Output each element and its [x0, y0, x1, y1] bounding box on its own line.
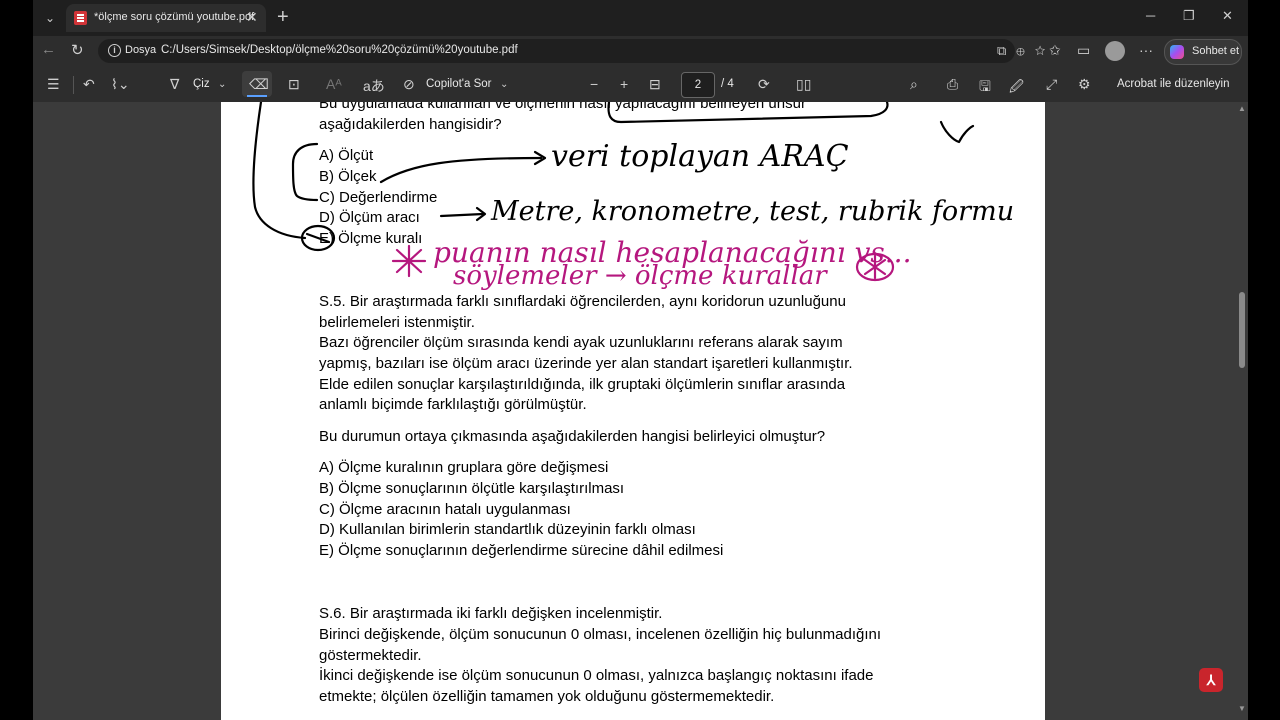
scroll-thumb[interactable]	[1239, 292, 1245, 368]
toolbar-divider	[73, 76, 74, 94]
address-bar-row: ← ↻ i Dosya C:/Users/Simsek/Desktop/ölçm…	[33, 36, 1248, 68]
edit-in-acrobat-button[interactable]: Acrobat ile düzenleyin	[1117, 78, 1230, 90]
q5-option: A) Ölçme kuralının gruplara göre değişme…	[319, 459, 609, 476]
copilot-ask-chevron-icon[interactable]: ⌄	[500, 79, 508, 90]
q6-text-line: göstermektedir.	[319, 647, 422, 664]
q5-text-line: anlamlı biçimde farklılaştığı görülmüştü…	[319, 396, 587, 413]
q6-text-line: S.6. Bir araştırmada iki farklı değişken…	[319, 605, 663, 622]
settings-gear-icon[interactable]: ⚙	[1078, 76, 1091, 93]
arrow-to-tool-note	[379, 156, 543, 184]
copilot-chat-label: Sohbet et	[1192, 45, 1240, 57]
browser-window: ⌄ *ölçme soru çözümü youtube.pdf ✕ + ─ ❐…	[33, 0, 1248, 720]
address-action-icons[interactable]: ⧉⊕☆	[997, 43, 1055, 59]
note-tool: veri toplayan ARAÇ	[551, 139, 849, 174]
profile-avatar[interactable]	[1105, 41, 1125, 61]
pdf-file-icon	[74, 11, 87, 25]
q4-option: B) Ölçek	[319, 168, 377, 185]
left-bracket-stroke	[252, 102, 307, 240]
tab-active-pdf[interactable]: *ölçme soru çözümü youtube.pdf ✕	[66, 4, 266, 32]
note-scoring-line2: söylemeler → ölçme kurallar	[453, 261, 828, 291]
address-url[interactable]: C:/Users/Simsek/Desktop/ölçme%20soru%20ç…	[161, 44, 518, 56]
q6-text-line: İkinci değişkende ise ölçüm sonucunun 0 …	[319, 667, 874, 684]
rotate-icon[interactable]: ⟳	[758, 76, 770, 93]
q5-text-line: Elde edilen sonuçlar karşılaştırıldığınd…	[319, 376, 846, 393]
fit-page-icon[interactable]: ⊟	[649, 76, 661, 93]
undo-icon[interactable]: ↶	[83, 76, 95, 93]
magenta-ink-strokes	[391, 244, 895, 282]
draw-label[interactable]: Çiz	[193, 78, 210, 90]
highlight-icon[interactable]: ⌇⌄	[111, 76, 130, 93]
vertical-scrollbar[interactable]: ▲ ▼	[1236, 102, 1248, 720]
save-icon[interactable]: 🖫	[979, 76, 991, 100]
q5-text-line: belirlemeleri istenmiştir.	[319, 314, 475, 331]
address-field[interactable]: i Dosya C:/Users/Simsek/Desktop/ölçme%20…	[98, 39, 1046, 63]
text-box-icon[interactable]: ⊡	[288, 76, 300, 93]
note-scoring-line1: puanın nasıl hesaplanacağını vs...	[433, 236, 911, 269]
q5-option: C) Ölçme aracının hatalı uygulanması	[319, 501, 571, 518]
page-total: / 4	[721, 78, 734, 90]
page-view-icon[interactable]: ▯▯	[796, 76, 811, 93]
q5-text-line: S.5. Bir araştırmada farklı sınıflardaki…	[319, 293, 846, 310]
acrobat-logo-icon[interactable]: ⅄	[1199, 668, 1223, 692]
q4-option: C) Değerlendirme	[319, 189, 438, 206]
fullscreen-icon[interactable]: ⤢	[1046, 76, 1057, 93]
site-info-icon[interactable]: i	[108, 44, 121, 57]
refresh-icon[interactable]: ↻	[71, 41, 84, 59]
zoom-out-icon[interactable]: −	[590, 76, 598, 92]
copilot-ask-label[interactable]: Copilot'a Sor	[426, 78, 491, 90]
tab-list-chevron-icon[interactable]: ⌄	[39, 8, 61, 28]
pdf-page[interactable]: Bu uygulamada kullanılan ve ölçmenin nas…	[221, 102, 1045, 720]
q5-question: Bu durumun ortaya çıkmasında aşağıdakile…	[319, 428, 826, 445]
arrow-to-examples	[439, 212, 485, 218]
q5-option: D) Kullanılan birimlerin standartlık düz…	[319, 521, 696, 538]
contents-list-icon[interactable]: ☰	[47, 76, 60, 93]
q5-text-line: Bazı öğrenciler ölçüm sırasında kendi ay…	[319, 334, 843, 351]
zoom-icon: ⊕	[1016, 43, 1035, 58]
minimize-icon[interactable]: ─	[1146, 8, 1155, 23]
scroll-down-arrow-icon[interactable]: ▼	[1238, 704, 1246, 713]
eraser-icon[interactable]: ⌫	[249, 76, 269, 93]
q5-option: B) Ölçme sonuçlarının ölçütle karşılaştı…	[319, 480, 625, 497]
search-icon[interactable]: ⌕	[910, 76, 918, 93]
copilot-logo-icon	[1170, 45, 1184, 59]
tab-close-icon[interactable]: ✕	[246, 9, 258, 26]
options-brace-stroke	[291, 142, 319, 202]
more-menu-icon[interactable]: ···	[1139, 42, 1153, 58]
tab-bar: ⌄ *ölçme soru çözümü youtube.pdf ✕ + ─ ❐…	[33, 0, 1248, 36]
restore-icon[interactable]: ❐	[1183, 8, 1195, 24]
save-as-icon[interactable]: 🖉	[1009, 76, 1024, 100]
q4-option: E) Ölçme kuralı	[319, 230, 423, 247]
q4-option: D) Ölçüm aracı	[319, 209, 420, 226]
star-mark-left	[391, 244, 427, 278]
circled-star-right	[855, 252, 895, 282]
copilot-icon: ⧉	[997, 43, 1017, 58]
scroll-up-arrow-icon[interactable]: ▲	[1238, 104, 1246, 113]
pdf-viewport[interactable]: Bu uygulamada kullanılan ve ölçmenin nas…	[33, 102, 1248, 720]
zoom-in-icon[interactable]: +	[620, 76, 628, 92]
text-size-icon: Aᴬ	[326, 76, 342, 92]
q4-stem-line: aşağıdakilerden hangisidir?	[319, 116, 502, 133]
page-number-input[interactable]: 2	[681, 72, 715, 98]
q6-text-line: Birinci değişkende, ölçüm sonucunun 0 ol…	[319, 626, 882, 643]
q6-text-line: etmekte; ölçülen özelliğin tamamen yok o…	[319, 688, 775, 705]
new-tab-plus-icon[interactable]: +	[277, 5, 289, 29]
tab-title: *ölçme soru çözümü youtube.pdf	[94, 11, 255, 23]
window-close-icon[interactable]: ✕	[1222, 8, 1233, 24]
q5-option: E) Ölçme sonuçlarının değerlendirme süre…	[319, 542, 724, 559]
favorites-icon[interactable]: ✩	[1049, 42, 1061, 59]
draw-pen-icon[interactable]: ∇	[170, 76, 179, 93]
draw-options-chevron-icon[interactable]: ⌄	[218, 79, 226, 90]
copilot-ask-icon[interactable]: ⊘	[403, 76, 415, 93]
print-icon[interactable]: ⎙	[947, 76, 958, 93]
q4-option: A) Ölçüt	[319, 147, 374, 164]
q5-text-line: yapmış, bazıları ise ölçüm aracı üzerind…	[319, 355, 853, 372]
copilot-chat-button[interactable]: Sohbet et	[1164, 39, 1242, 65]
note-examples: Metre, kronometre, test, rubrik formu	[490, 196, 1014, 227]
split-screen-icon[interactable]: ▭	[1077, 42, 1090, 59]
back-arrow-icon[interactable]: ←	[41, 41, 56, 58]
address-scheme-label: Dosya	[125, 44, 157, 56]
read-aloud-icon[interactable]: aあ	[363, 76, 385, 96]
q4-stem-line: Bu uygulamada kullanılan ve ölçmenin nas…	[319, 102, 806, 112]
pdf-toolbar: ☰ ↶ ⌇⌄ ∇ Çiz ⌄ ⌫ ⊡ Aᴬ aあ ⊘ Copilot'a Sor…	[33, 68, 1248, 103]
